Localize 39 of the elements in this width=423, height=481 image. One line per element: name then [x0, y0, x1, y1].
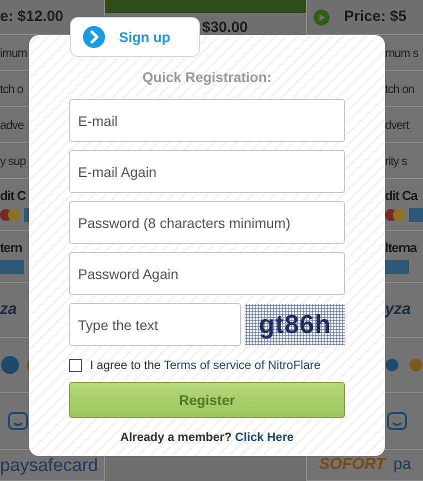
card-logo-icon [0, 259, 26, 276]
brand-logo-text: za [0, 300, 17, 320]
smiley-icon [8, 412, 28, 430]
feature-text: tch o [0, 80, 24, 98]
brand-logo-text: pa [393, 455, 412, 475]
terms-link[interactable]: Terms of service of NitroFlare [164, 358, 321, 372]
payment-heading: dit C [0, 186, 26, 205]
price-text: Price: $5 [344, 6, 407, 27]
click-here-link[interactable]: Click Here [235, 430, 294, 444]
brand-logo-text: SOFORT [319, 455, 386, 475]
payment-heading: lterna [385, 238, 417, 257]
smiley-icon [387, 412, 407, 430]
play-icon [313, 8, 330, 26]
brand-logo-text: yza [385, 300, 411, 320]
feature-text: y sup [0, 152, 26, 170]
chevron-right-icon [83, 26, 105, 48]
feature-text: imum [0, 44, 27, 62]
feature-text: adve [0, 116, 24, 134]
member-text: Already a member? Click Here [119, 429, 295, 446]
captcha-field[interactable]: Type the text [69, 303, 241, 346]
terms-checkbox[interactable] [69, 358, 82, 372]
brand-logo-text: paysafecard [0, 454, 98, 477]
card-logos-icon [385, 207, 423, 224]
feature-text: tch on [385, 80, 414, 98]
terms-label: I agree to the Terms of service of NitroFlare [90, 357, 321, 374]
price-text: $30.00 [202, 18, 248, 38]
payment-heading: tern [0, 238, 22, 257]
input-field[interactable]: Password (8 characters minimum) [69, 201, 345, 244]
card-logo-icon [385, 259, 411, 276]
input-field[interactable]: Password Again [69, 252, 345, 295]
dialog-title: Quick Registration: [142, 68, 272, 87]
feature-text: dvert [385, 116, 409, 134]
input-field[interactable]: E-mail Again [69, 150, 345, 193]
payment-heading: dit Ca [385, 186, 418, 205]
feature-text: rity s [385, 152, 407, 170]
price-text: e: $12.00 [0, 6, 64, 27]
feature-text: mum s [385, 44, 418, 62]
input-field[interactable]: E-mail [69, 99, 345, 142]
coin-icon [0, 355, 20, 375]
